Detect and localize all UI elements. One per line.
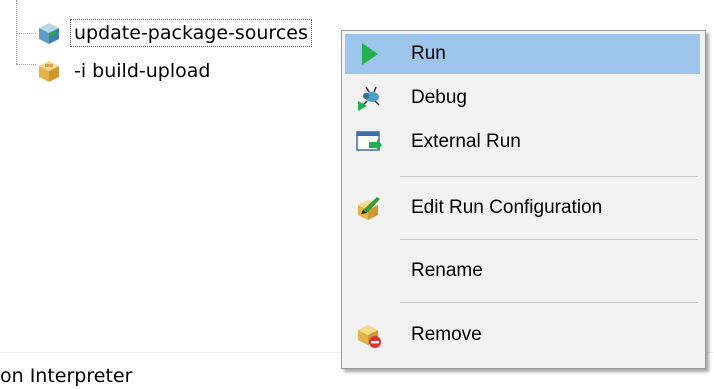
menu-item-debug[interactable]: Debug: [345, 78, 700, 118]
menu-item-label: Remove: [411, 324, 482, 345]
tree-item-label: update-package-sources: [70, 19, 312, 47]
tree-item-update-package-sources[interactable]: update-package-sources: [36, 19, 312, 47]
debug-bug-icon: [353, 82, 385, 114]
package-blue-icon: [39, 23, 59, 44]
menu-separator: [400, 176, 698, 177]
menu-item-rename[interactable]: Rename: [345, 251, 700, 291]
interpreter-label: on Interpreter: [0, 365, 133, 387]
menu-separator: [400, 239, 698, 240]
tree-connector: [16, 0, 17, 64]
tree-connector: [16, 33, 36, 34]
menu-item-external-run[interactable]: External Run: [345, 122, 700, 162]
tree-item-build-upload[interactable]: -i build-upload: [36, 57, 214, 85]
menu-item-label: Run: [411, 43, 446, 64]
menu-item-label: Rename: [411, 260, 483, 281]
menu-item-edit-run-configuration[interactable]: Edit Run Configuration: [345, 188, 700, 228]
external-run-icon: [353, 126, 385, 158]
menu-item-label: External Run: [411, 131, 521, 152]
menu-item-remove[interactable]: Remove: [345, 315, 700, 355]
menu-item-label: Debug: [411, 87, 467, 108]
remove-package-icon: [353, 319, 385, 351]
menu-item-run[interactable]: Run: [345, 34, 700, 74]
run-play-icon: [353, 38, 385, 70]
tree-item-label: -i build-upload: [74, 60, 211, 82]
context-menu: Run Debug External Run Edit Run Configur…: [341, 30, 706, 369]
package-yellow-icon: [39, 61, 59, 82]
menu-item-label: Edit Run Configuration: [411, 197, 603, 218]
menu-separator: [400, 302, 698, 303]
edit-config-icon: [353, 192, 385, 224]
tree-connector: [16, 64, 36, 65]
